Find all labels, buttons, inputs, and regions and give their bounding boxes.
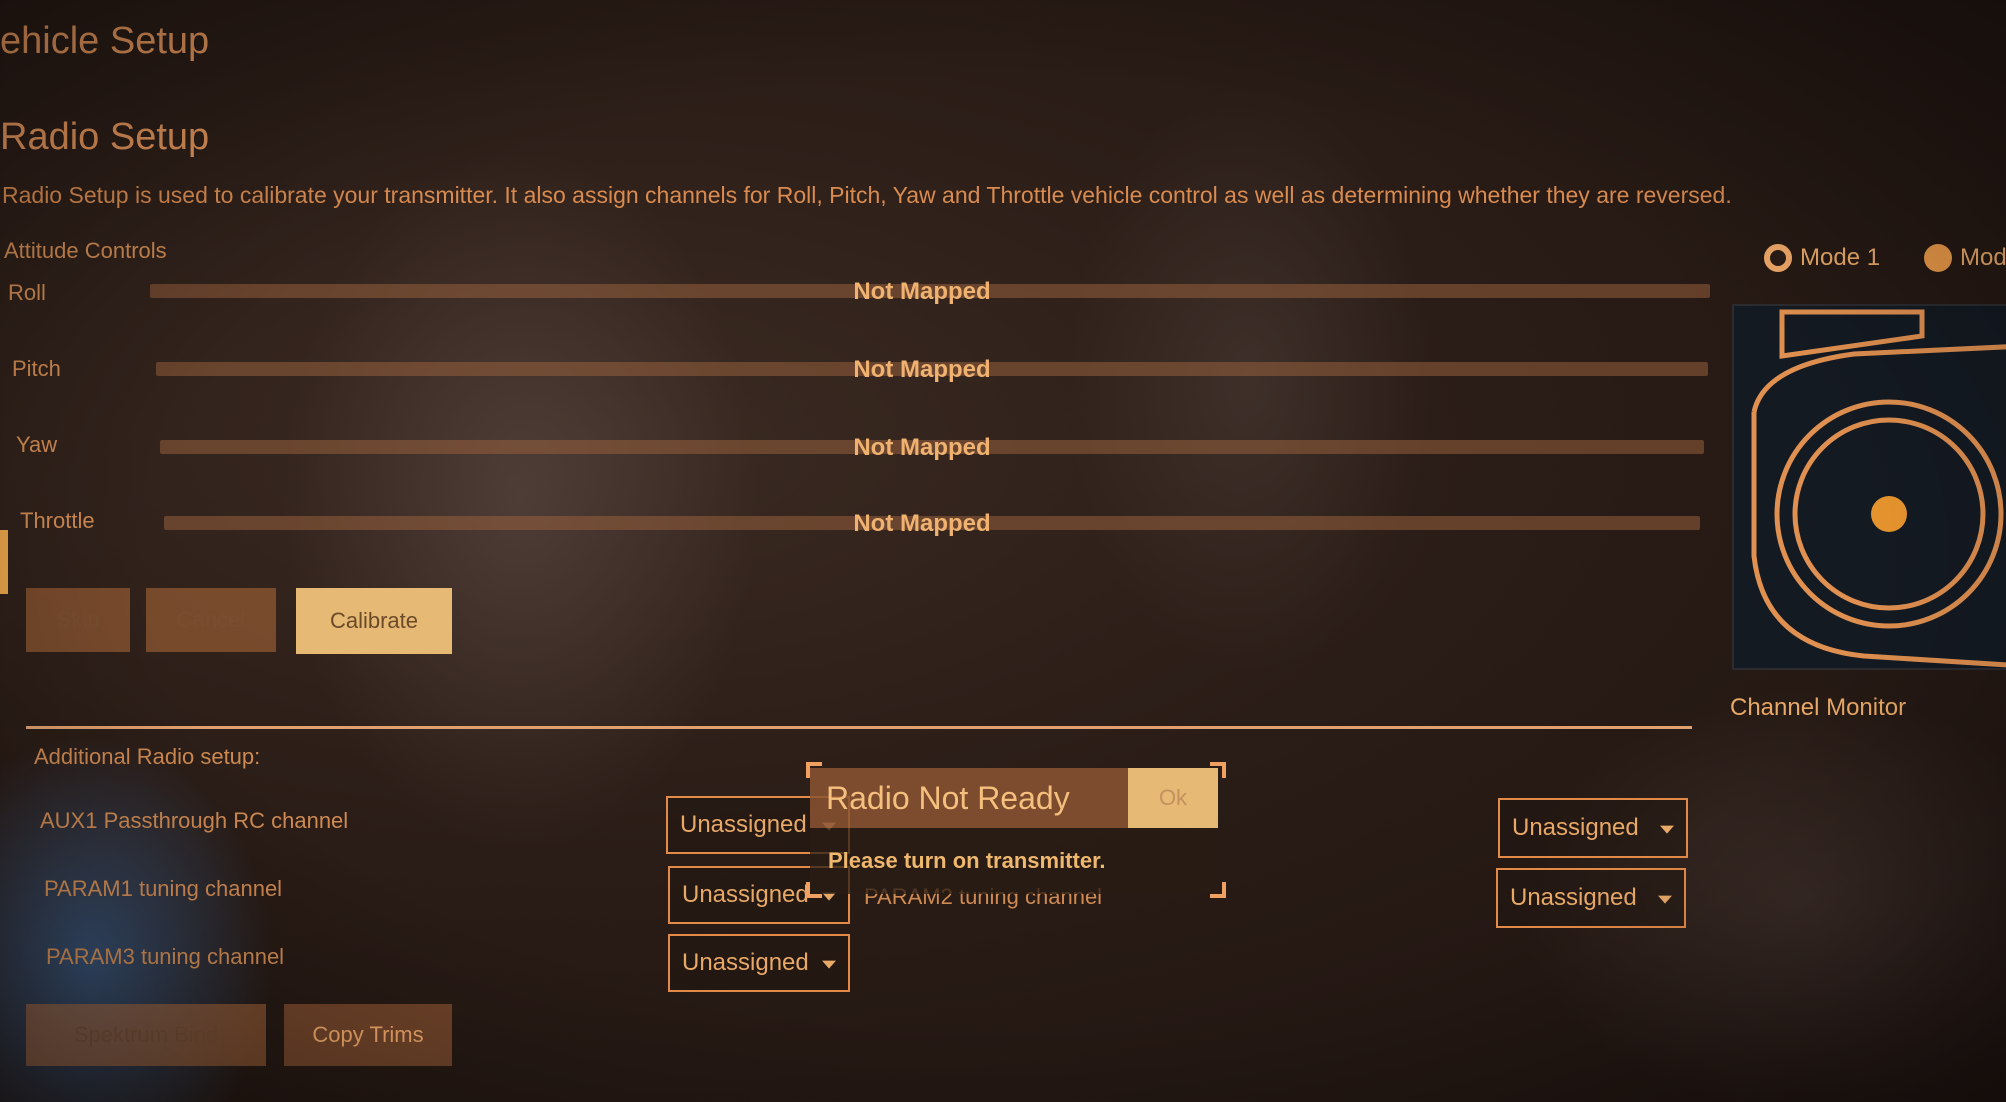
channel-monitor-label: Channel Monitor (1730, 694, 1907, 721)
right-combo-1-value: Unassigned (1512, 814, 1639, 841)
aux1-label: AUX1 Passthrough RC channel (40, 808, 349, 833)
chevron-down-icon (1660, 825, 1674, 834)
mode1-radio[interactable] (1764, 244, 1792, 272)
yaw-label: Yaw (16, 432, 58, 457)
throttle-label: Throttle (20, 508, 95, 533)
dialog-corner-tl (806, 762, 822, 778)
copy-trims-button[interactable]: Copy Trims (284, 1004, 452, 1066)
stick-position-dot (1871, 496, 1907, 532)
skip-button[interactable]: Skip (26, 588, 130, 652)
mode1-label: Mode 1 (1800, 244, 1881, 271)
param2-combo-value: Unassigned (1510, 884, 1637, 911)
param1-label: PARAM1 tuning channel (44, 876, 283, 901)
param1-combo-value: Unassigned (682, 881, 809, 908)
roll-label: Roll (8, 280, 46, 305)
chevron-down-icon (1658, 895, 1672, 904)
param3-channel-combo[interactable]: Unassigned (668, 934, 850, 992)
calibrate-button[interactable]: Calibrate (296, 588, 452, 654)
dialog-ok-button[interactable]: Ok (1128, 768, 1218, 828)
page-title: ehicle Setup (0, 20, 210, 62)
photo-vignette (0, 0, 2006, 1102)
dialog-message: Please turn on transmitter. (810, 828, 1218, 894)
cancel-button[interactable]: Cancel (146, 588, 276, 652)
yaw-status: Not Mapped (853, 434, 991, 461)
spektrum-bind-button[interactable]: Spektrum Bind (26, 1004, 266, 1066)
section-title: Radio Setup (0, 116, 210, 158)
pitch-status: Not Mapped (853, 356, 991, 383)
channel-monitor-panel (1732, 304, 2006, 670)
section-description: Radio Setup is used to calibrate your tr… (2, 182, 1732, 208)
section-divider (26, 726, 1692, 729)
right-channel-combo-1[interactable]: Unassigned (1498, 798, 1688, 858)
param2-channel-combo[interactable]: Unassigned (1496, 868, 1686, 928)
dialog-title: Radio Not Ready (810, 768, 1128, 828)
screen-glare (0, 0, 2006, 1102)
pitch-label: Pitch (12, 356, 61, 381)
throttle-status: Not Mapped (853, 510, 991, 537)
mode2-radio[interactable] (1924, 244, 1952, 272)
param3-combo-value: Unassigned (682, 949, 809, 976)
additional-setup-heading: Additional Radio setup: (34, 744, 261, 769)
dialog-corner-bl (806, 882, 822, 898)
attitude-controls-heading: Attitude Controls (4, 238, 167, 263)
aux1-combo-value: Unassigned (680, 811, 807, 838)
mode2-label: Mod (1960, 244, 2006, 271)
side-indicator (0, 530, 8, 594)
dialog-corner-br (1210, 882, 1226, 898)
roll-status: Not Mapped (853, 278, 991, 305)
param3-label: PARAM3 tuning channel (46, 944, 285, 969)
chevron-down-icon (822, 960, 836, 969)
stick-display (1751, 309, 2006, 668)
dialog-corner-tr (1210, 762, 1226, 778)
